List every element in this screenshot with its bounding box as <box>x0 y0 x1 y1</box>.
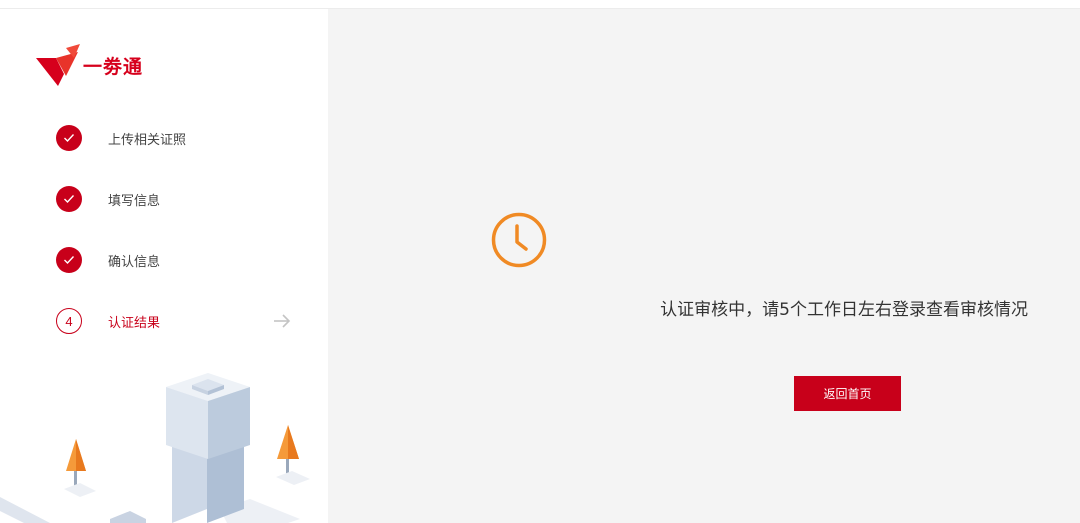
step-upload-documents: 上传相关证照 <box>56 125 306 151</box>
clock-icon <box>491 212 547 268</box>
step-number: 4 <box>56 308 82 334</box>
step-label: 认证结果 <box>108 315 161 331</box>
check-circle-icon <box>56 186 82 212</box>
top-bar <box>0 0 1080 9</box>
back-to-home-button[interactable]: 返回首页 <box>794 376 901 411</box>
main-content <box>328 9 1080 523</box>
step-confirm-info: 确认信息 <box>56 247 306 273</box>
step-label: 填写信息 <box>108 193 161 209</box>
city-illustration <box>0 373 310 523</box>
status-message: 认证审核中，请5个工作日左右登录查看审核情况 <box>328 295 1028 320</box>
step-certification-result: 4 认证结果 <box>56 308 306 334</box>
brand-logo: 一劵通 <box>36 44 143 86</box>
arrow-right-icon <box>274 314 291 328</box>
logo-mark-icon <box>36 44 80 86</box>
step-label: 确认信息 <box>108 254 161 270</box>
check-circle-icon <box>56 247 82 273</box>
check-circle-icon <box>56 125 82 151</box>
step-fill-info: 填写信息 <box>56 186 306 212</box>
sidebar: 一劵通 上传相关证照 填写信息 确认信息 4 认证结果 <box>0 9 328 523</box>
brand-name: 一劵通 <box>83 55 144 78</box>
step-label: 上传相关证照 <box>108 132 187 148</box>
status-message-text: 认证审核中，请5个工作日左右登录查看审核情况 <box>660 300 1028 320</box>
